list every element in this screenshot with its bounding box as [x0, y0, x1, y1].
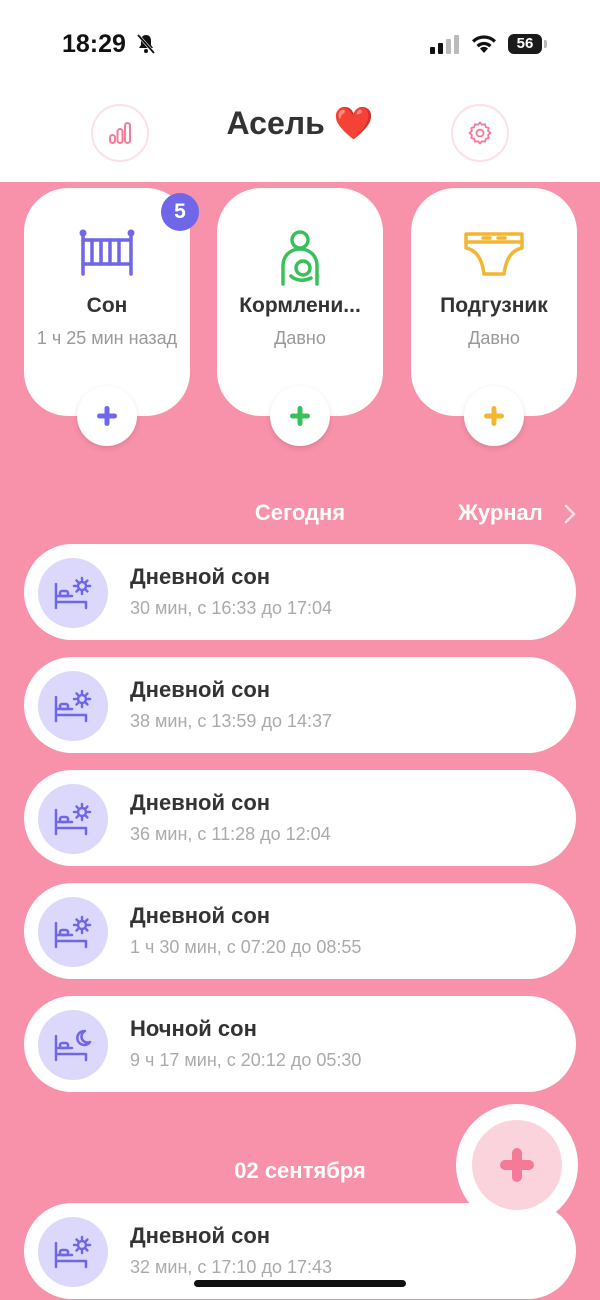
plus-icon	[484, 406, 504, 426]
bed-moon-icon	[54, 1029, 92, 1062]
entry-subtitle: 9 ч 17 мин, с 20:12 до 05:30	[130, 1050, 362, 1070]
gear-icon	[468, 121, 492, 145]
battery-indicator: 56	[508, 34, 542, 54]
plus-icon	[97, 406, 117, 426]
feeding-card[interactable]: Кормлени... Давно	[217, 188, 383, 446]
add-entry-button[interactable]	[472, 1120, 562, 1210]
entry-icon-wrap	[38, 558, 108, 628]
add-sleep-button[interactable]	[77, 386, 137, 446]
bed-sun-icon	[54, 915, 92, 949]
card-title: Кормлени...	[239, 294, 361, 317]
entry-title: Дневной сон	[130, 564, 271, 589]
crib-icon	[79, 229, 135, 276]
settings-button[interactable]	[451, 104, 509, 162]
battery-tip	[544, 40, 547, 48]
entry-title: Дневной сон	[130, 903, 271, 928]
entry-title: Дневной сон	[130, 1223, 271, 1248]
plus-icon	[290, 406, 310, 426]
list-item[interactable]: Дневной сон 36 мин, с 11:28 до 12:04	[24, 770, 576, 866]
entry-title: Дневной сон	[130, 677, 271, 702]
sleep-count-badge: 5	[161, 193, 199, 231]
cellular-signal-icon	[430, 35, 459, 54]
card-icon-wrap	[24, 228, 190, 288]
add-diaper-button[interactable]	[464, 386, 524, 446]
card-icon-wrap	[411, 228, 577, 288]
entry-subtitle: 32 мин, с 17:10 до 17:43	[130, 1257, 332, 1277]
entry-subtitle: 38 мин, с 13:59 до 14:37	[130, 711, 332, 731]
card-icon-wrap	[217, 228, 383, 288]
status-time: 18:29	[62, 30, 126, 58]
entry-icon-wrap	[38, 784, 108, 854]
entry-subtitle: 36 мин, с 11:28 до 12:04	[130, 824, 331, 844]
card-subtitle: 1 ч 25 мин назад	[36, 328, 178, 348]
home-indicator	[194, 1280, 406, 1287]
card-subtitle: Давно	[468, 328, 520, 348]
status-bar: 18:29 56	[0, 0, 600, 90]
entry-subtitle: 1 ч 30 мин, с 07:20 до 08:55	[130, 937, 362, 957]
entry-icon-wrap	[38, 897, 108, 967]
card-title: Сон	[86, 294, 128, 317]
chevron-right-icon[interactable]	[563, 503, 577, 525]
bed-sun-icon	[54, 689, 92, 723]
list-item[interactable]: Дневной сон 1 ч 30 мин, с 07:20 до 08:55	[24, 883, 576, 979]
diaper-icon	[464, 232, 524, 276]
wifi-icon	[472, 35, 496, 53]
plus-icon	[500, 1148, 534, 1182]
entry-icon-wrap	[38, 1217, 108, 1287]
page-title: Асель ❤️	[226, 105, 374, 141]
entry-title: Ночной сон	[130, 1016, 257, 1041]
add-feeding-button[interactable]	[270, 386, 330, 446]
breastfeeding-icon	[281, 230, 319, 286]
bed-sun-icon	[54, 1235, 92, 1269]
list-item[interactable]: Дневной сон 30 мин, с 16:33 до 17:04	[24, 544, 576, 640]
bed-sun-icon	[54, 802, 92, 836]
bed-sun-icon	[54, 576, 92, 610]
bell-muted-icon	[136, 34, 156, 54]
entry-icon-wrap	[38, 1010, 108, 1080]
entry-subtitle: 30 мин, с 16:33 до 17:04	[130, 598, 332, 618]
list-item[interactable]: Дневной сон 38 мин, с 13:59 до 14:37	[24, 657, 576, 753]
card-subtitle: Давно	[274, 328, 326, 348]
entry-icon-wrap	[38, 671, 108, 741]
card-title: Подгузник	[440, 294, 548, 317]
fab-container	[456, 1104, 578, 1226]
list-item[interactable]: Ночной сон 9 ч 17 мин, с 20:12 до 05:30	[24, 996, 576, 1092]
diaper-card[interactable]: Подгузник Давно	[411, 188, 577, 446]
journal-link[interactable]: Журнал	[458, 500, 543, 526]
entry-title: Дневной сон	[130, 790, 271, 815]
